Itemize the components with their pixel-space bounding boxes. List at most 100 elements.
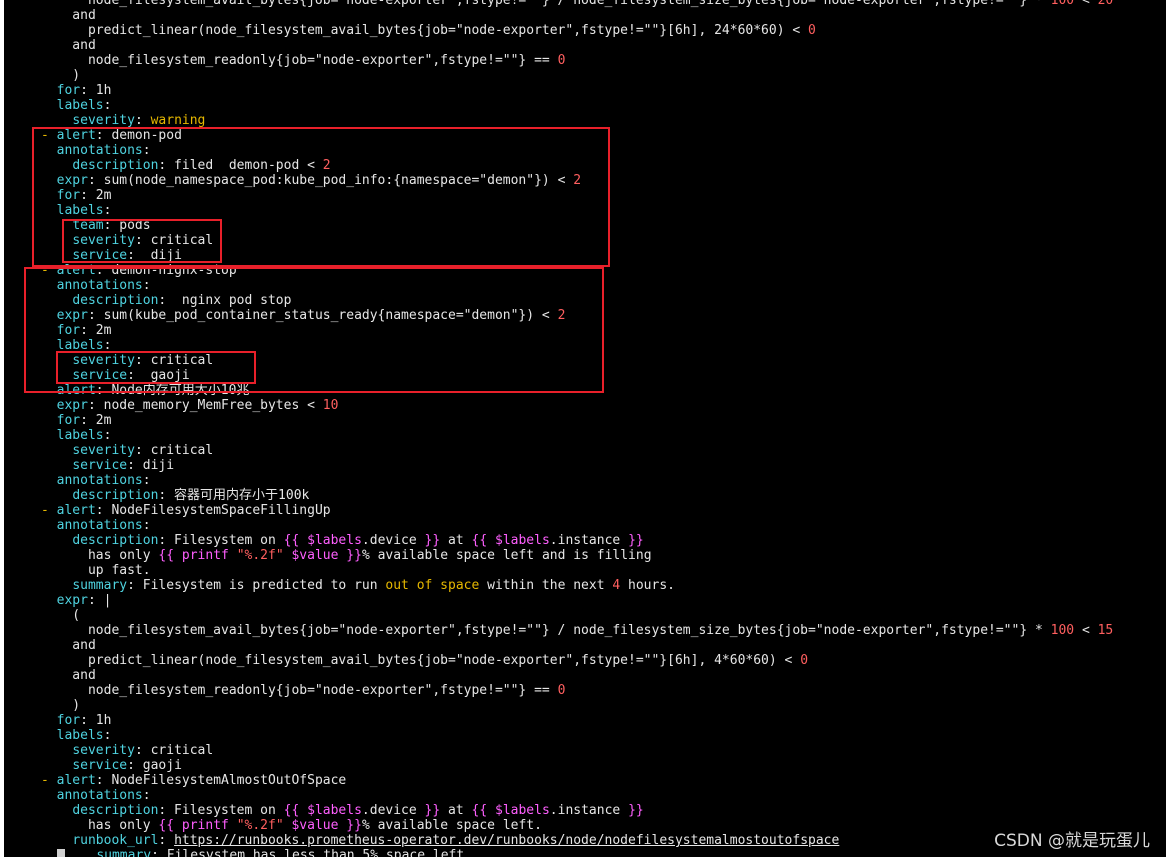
terminal-line: expr: sum(kube_pod_container_status_read… (41, 308, 566, 323)
terminal-line: predict_linear(node_filesystem_avail_byt… (41, 653, 808, 668)
terminal-token: 100 (1050, 623, 1075, 638)
terminal-line: team: pods (41, 218, 150, 233)
terminal-line: node_filesystem_avail_bytes{job="node-ex… (41, 623, 1113, 638)
terminal-token: severity (72, 233, 135, 248)
terminal-line: predict_linear(node_filesystem_avail_byt… (41, 23, 816, 38)
terminal-token: service (72, 758, 128, 773)
terminal-token: description (72, 803, 159, 818)
terminal-token: labels (56, 338, 104, 353)
terminal-token: expr (56, 593, 88, 608)
terminal-token: node_filesystem_avail_bytes{job="node-ex… (41, 623, 1051, 638)
terminal-line: severity: critical (41, 443, 213, 458)
terminal-token: 0 (808, 23, 816, 38)
terminal-line: service: diji (41, 458, 174, 473)
terminal-token: : critical (134, 443, 214, 458)
terminal-token: }} (628, 533, 644, 548)
terminal-line: for: 1h (41, 83, 112, 98)
terminal-token: 0 (800, 653, 809, 668)
terminal-line: severity: warning (41, 113, 205, 128)
terminal-line: description: 容器可用内存小于100k (41, 488, 309, 503)
terminal-token: : demon-nignx-stop (95, 263, 237, 278)
terminal-line: - alert: demon-pod (41, 128, 182, 143)
terminal-token: summary (96, 848, 152, 857)
terminal-token: : sum(node_namespace_pod:kube_pod_info:{… (87, 173, 574, 188)
terminal-token: "%.2f" (236, 818, 284, 833)
terminal-token: .instance (549, 803, 629, 818)
terminal-line: description: Filesystem on {{ $labels.de… (41, 803, 643, 818)
terminal-token: : Filesystem is predicted to run (127, 578, 386, 593)
terminal-token: https://runbooks.prometheus-operator.dev… (174, 833, 840, 848)
terminal-token: - (41, 263, 57, 278)
terminal-token: labels (56, 203, 104, 218)
terminal-token: alert (56, 263, 96, 278)
terminal-token: has only (41, 818, 159, 833)
terminal-token: : sum(kube_pod_container_status_ready{na… (87, 308, 558, 323)
terminal-line: - alert: NodeFilesystemSpaceFillingUp (41, 503, 331, 518)
terminal-token: : (103, 728, 112, 743)
terminal-token: .device (361, 803, 425, 818)
terminal-token: : (103, 98, 112, 113)
terminal-token: : critical (134, 353, 214, 368)
terminal-line: up fast. (41, 563, 151, 578)
terminal-token: : (142, 278, 151, 293)
terminal-token: team (72, 218, 104, 233)
terminal-token: % available space left and is filling (361, 548, 652, 563)
terminal-token: severity (72, 443, 135, 458)
terminal-token: description (72, 158, 159, 173)
terminal-token: {{ printf (158, 818, 237, 833)
terminal-line: - alert: NodeFilesystemAlmostOutOfSpace (41, 773, 346, 788)
terminal-token: : NodeFilesystemAlmostOutOfSpace (95, 773, 347, 788)
terminal-line: severity: critical (41, 743, 213, 758)
terminal-line: description: nginx pod stop (41, 293, 291, 308)
terminal-line: node_filesystem_readonly{job="node-expor… (41, 683, 565, 698)
terminal-token: : diji (127, 458, 175, 473)
terminal-line: service: gaoji (41, 758, 182, 773)
terminal-token: : Filesystem on (158, 533, 284, 548)
terminal-line: has only {{ printf "%.2f" $value }}% ava… (41, 548, 652, 563)
terminal-token: : critical (134, 743, 214, 758)
terminal-token: predict_linear(node_filesystem_avail_byt… (41, 653, 801, 668)
terminal-line: summary: Filesystem has less than 5% spa… (57, 848, 472, 857)
terminal-token: hours. (620, 578, 675, 593)
terminal-token: : demon-pod (95, 128, 182, 143)
terminal-token: {{ printf (158, 548, 237, 563)
terminal-line: for: 2m (41, 413, 112, 428)
terminal-line: description: filed demon-pod < 2 (41, 158, 331, 173)
terminal-token: : Filesystem has less than 5% space left… (151, 848, 473, 857)
terminal-line: labels: (41, 428, 112, 443)
terminal-token: runbook_url (72, 833, 159, 848)
terminal-token: service (72, 368, 128, 383)
terminal-token: for (56, 713, 81, 728)
terminal-token: : diji (127, 248, 182, 263)
terminal-token: out of space (385, 578, 480, 593)
terminal-line: and (41, 668, 96, 683)
terminal-token: 2 (322, 158, 331, 173)
terminal-token: service (72, 248, 128, 263)
terminal-token: annotations (56, 473, 143, 488)
terminal-token: : 1h (80, 713, 112, 728)
terminal-output[interactable]: node_filesystem_avail_bytes{job="node-ex… (4, 0, 1166, 857)
terminal-token: % available space left. (361, 818, 542, 833)
terminal-token: : 容器可用内存小于100k (158, 488, 310, 503)
terminal-token: and (41, 668, 96, 683)
terminal-token: : 2m (80, 413, 112, 428)
terminal-line: service: gaoji (41, 368, 189, 383)
terminal-line: annotations: (41, 473, 151, 488)
terminal-token: : node_memory_MemFree_bytes < (87, 398, 323, 413)
terminal-token: severity (72, 743, 135, 758)
terminal-token: : 2m (80, 188, 112, 203)
